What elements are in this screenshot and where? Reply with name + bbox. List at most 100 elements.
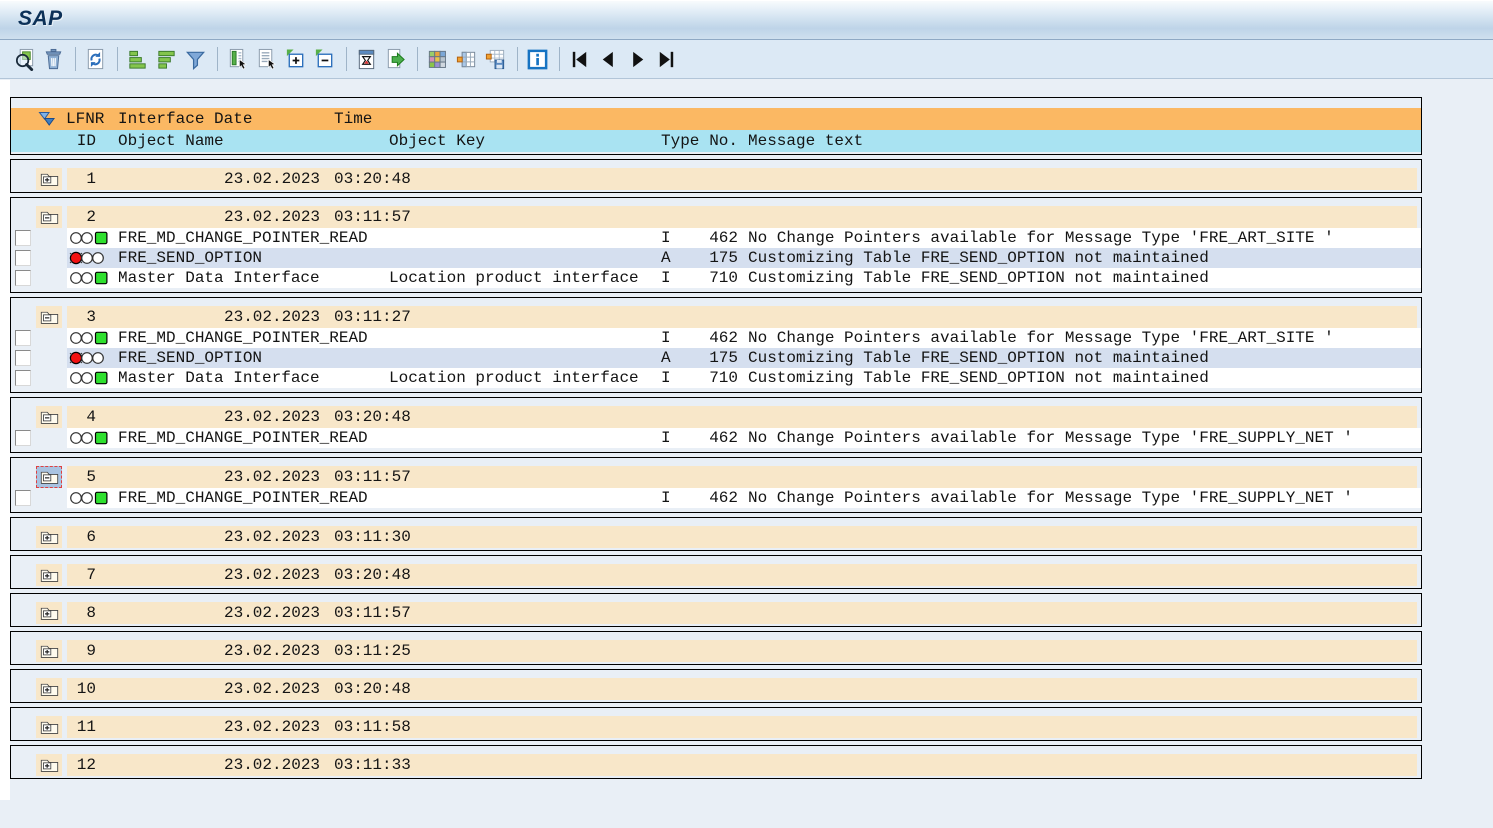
filter-button[interactable] [182,46,209,73]
message-row[interactable]: FRE_MD_CHANGE_POINTER_READI462No Change … [11,228,1421,248]
group-header-row[interactable]: 923.02.202303:11:25 [11,640,1421,662]
next-page-button[interactable] [624,46,651,73]
find-button[interactable] [11,46,38,73]
collapse-folder-toggle[interactable] [36,206,62,228]
message-object-name: FRE_MD_CHANGE_POINTER_READ [118,428,368,448]
expand-all-icon [284,48,307,71]
title-bar: SAP [0,0,1493,40]
hierarchy-sort-icon[interactable] [37,109,57,129]
toolbar-separator [559,47,560,71]
message-type: I [661,228,671,248]
status-red-light-icon [69,251,113,265]
group-lfnr: 11 [66,716,96,738]
group-header-row[interactable]: 1123.02.202303:11:58 [11,716,1421,738]
left-gutter [0,80,10,800]
change-layout-button[interactable] [453,46,480,73]
group-lfnr: 3 [66,306,96,328]
previous-page-button[interactable] [595,46,622,73]
message-number: 175 [701,348,738,368]
expand-folder-toggle[interactable] [36,754,62,776]
row-checkbox[interactable] [15,250,31,266]
row-checkbox[interactable] [15,270,31,286]
group-lfnr: 5 [66,466,96,488]
collapse-folder-toggle[interactable] [36,466,62,488]
message-row[interactable]: FRE_SEND_OPTIONA175Customizing Table FRE… [11,248,1421,268]
message-number: 462 [701,228,738,248]
log-group-1: 123.02.202303:20:48 [10,159,1422,193]
group-header-row[interactable]: 523.02.202303:11:57 [11,466,1421,488]
group-header-row[interactable]: 223.02.202303:11:57 [11,206,1421,228]
layout-grid-button[interactable] [424,46,451,73]
last-page-button[interactable] [653,46,680,73]
message-number: 710 [701,368,738,388]
expand-folder-toggle[interactable] [36,526,62,548]
choose-detail-button[interactable] [224,46,251,73]
expand-folder-toggle[interactable] [36,640,62,662]
row-checkbox[interactable] [15,490,31,506]
message-text: Customizing Table FRE_SEND_OPTION not ma… [748,348,1209,368]
column-label-no: No. [701,130,738,152]
info-button[interactable] [524,46,551,73]
group-header-row[interactable]: 423.02.202303:20:48 [11,406,1421,428]
column-label-time: Time [334,108,372,130]
message-row-strip[interactable] [67,348,1421,368]
collapse-folder-toggle[interactable] [36,406,62,428]
row-checkbox[interactable] [15,350,31,366]
group-interface-date: 23.02.2023 [224,640,320,662]
expand-folder-toggle[interactable] [36,168,62,190]
display-list-button[interactable] [253,46,280,73]
message-object-name: Master Data Interface [118,368,320,388]
expand-folder-toggle[interactable] [36,564,62,586]
folder-open-icon [40,469,59,485]
message-row[interactable]: Master Data InterfaceLocation product in… [11,268,1421,288]
refresh-button[interactable] [82,46,109,73]
group-lfnr: 10 [66,678,96,700]
group-interface-time: 03:11:58 [334,716,411,738]
expand-all-button[interactable] [282,46,309,73]
group-lfnr: 1 [66,168,96,190]
folder-open-icon [40,309,59,325]
message-row[interactable]: FRE_MD_CHANGE_POINTER_READI462No Change … [11,328,1421,348]
message-number: 710 [701,268,738,288]
group-header-row[interactable]: 723.02.202303:20:48 [11,564,1421,586]
row-checkbox[interactable] [15,430,31,446]
group-header-row[interactable]: 823.02.202303:11:57 [11,602,1421,624]
transfer-idoc-button[interactable] [382,46,409,73]
group-header-row[interactable]: 123.02.202303:20:48 [11,168,1421,190]
delete-button[interactable] [40,46,67,73]
save-layout-button[interactable] [482,46,509,73]
group-lfnr: 2 [66,206,96,228]
collapse-all-button[interactable] [311,46,338,73]
collapse-folder-toggle[interactable] [36,306,62,328]
sort-descending-button[interactable] [153,46,180,73]
expand-folder-toggle[interactable] [36,602,62,624]
group-header-row[interactable]: 323.02.202303:11:27 [11,306,1421,328]
row-checkbox[interactable] [15,330,31,346]
group-header-row[interactable]: 1223.02.202303:11:33 [11,754,1421,776]
first-page-button[interactable] [566,46,593,73]
group-header-row[interactable]: 623.02.202303:11:30 [11,526,1421,548]
group-header-row[interactable]: 1023.02.202303:20:48 [11,678,1421,700]
message-row[interactable]: Master Data Interface Location product in… [11,368,1421,388]
expand-folder-toggle[interactable] [36,716,62,738]
group-interface-time: 03:20:48 [334,168,411,190]
message-text: No Change Pointers available for Message… [748,428,1353,448]
status-green-light-icon [69,491,113,505]
message-text: No Change Pointers available for Message… [748,488,1353,508]
folder-closed-icon [40,681,59,697]
message-row[interactable]: FRE_MD_CHANGE_POINTER_READI462No Change … [11,488,1421,508]
message-object-key: Location product interface [389,368,639,388]
message-row-strip[interactable] [67,248,1421,268]
row-checkbox[interactable] [15,370,31,386]
message-row[interactable]: FRE_SEND_OPTIONA175Customizing Table FRE… [11,348,1421,368]
sort-ascending-icon [126,48,149,71]
next-page-icon [626,48,649,71]
log-group-12: 1223.02.202303:11:33 [10,745,1422,779]
group-lfnr: 8 [66,602,96,624]
hourglass-button[interactable] [353,46,380,73]
message-row[interactable]: FRE_MD_CHANGE_POINTER_READI462No Change … [11,428,1421,448]
sort-ascending-button[interactable] [124,46,151,73]
expand-folder-toggle[interactable] [36,678,62,700]
row-checkbox[interactable] [15,230,31,246]
log-group-7: 723.02.202303:20:48 [10,555,1422,589]
